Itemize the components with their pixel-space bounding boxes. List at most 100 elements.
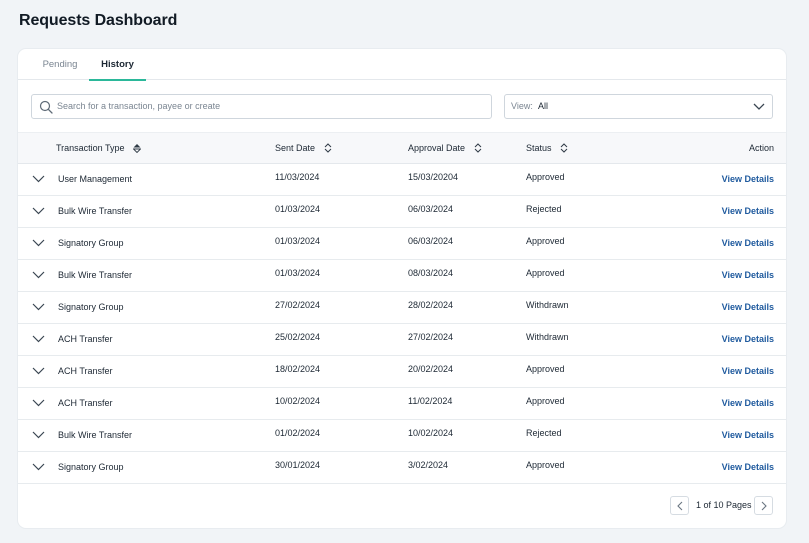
cell-approval-date: 28/02/2024 xyxy=(408,300,454,310)
column-header-transaction-type[interactable]: Transaction Type xyxy=(56,133,142,164)
cell-transaction-type: Signatory Group xyxy=(58,238,124,248)
column-header-label: Transaction Type xyxy=(56,143,125,153)
table-row: User Management 11/03/2024 15/03/20204 A… xyxy=(18,164,786,196)
column-header-label: Status xyxy=(526,143,552,153)
sort-icon[interactable] xyxy=(474,142,482,153)
cell-status: Approved xyxy=(526,396,565,406)
page-title: Requests Dashboard xyxy=(19,12,178,29)
view-details-link[interactable]: View Details xyxy=(722,420,774,450)
view-filter-select[interactable]: View: All xyxy=(504,94,773,119)
cell-status: Withdrawn xyxy=(526,332,569,342)
column-header-sent-date[interactable]: Sent Date xyxy=(275,133,332,164)
tab-history[interactable]: History xyxy=(89,49,146,81)
cell-transaction-type: Signatory Group xyxy=(58,302,124,312)
cell-sent-date: 01/03/2024 xyxy=(275,268,321,278)
cell-transaction-type: ACH Transfer xyxy=(58,398,113,408)
sort-icon[interactable] xyxy=(324,142,332,153)
column-header-label: Sent Date xyxy=(275,143,316,153)
cell-status: Rejected xyxy=(526,428,562,438)
cell-approval-date: 3/02/2024 xyxy=(408,460,449,470)
cell-approval-date: 06/03/2024 xyxy=(408,236,454,246)
cell-status: Approved xyxy=(526,364,565,374)
cell-status: Approved xyxy=(526,268,565,278)
cell-sent-date: 01/02/2024 xyxy=(275,428,321,438)
column-header-label: Approval Date xyxy=(408,143,466,153)
chevron-down-icon[interactable] xyxy=(32,335,45,343)
table-row: Bulk Wire Transfer 01/02/2024 10/02/2024… xyxy=(18,420,786,452)
view-details-link[interactable]: View Details xyxy=(722,196,774,226)
requests-card: Pending History Search for a transaction… xyxy=(18,49,786,528)
chevron-down-icon[interactable] xyxy=(32,207,45,215)
cell-transaction-type: Bulk Wire Transfer xyxy=(58,206,133,216)
table-header: Transaction Type Sent Date Approval Date… xyxy=(18,132,786,164)
table-row: Bulk Wire Transfer 01/03/2024 06/03/2024… xyxy=(18,196,786,228)
cell-approval-date: 08/03/2024 xyxy=(408,268,454,278)
chevron-right-icon xyxy=(761,501,767,511)
view-details-link[interactable]: View Details xyxy=(722,228,774,258)
cell-sent-date: 01/03/2024 xyxy=(275,204,321,214)
next-page-button[interactable] xyxy=(754,496,773,515)
cell-status: Approved xyxy=(526,172,565,182)
cell-transaction-type: Signatory Group xyxy=(58,462,124,472)
chevron-down-icon[interactable] xyxy=(32,239,45,247)
view-filter-value: All xyxy=(538,101,549,111)
cell-status: Withdrawn xyxy=(526,300,569,310)
cell-approval-date: 15/03/20204 xyxy=(408,172,459,182)
table-row: ACH Transfer 10/02/2024 11/02/2024 Appro… xyxy=(18,388,786,420)
cell-sent-date: 01/03/2024 xyxy=(275,236,321,246)
cell-sent-date: 25/02/2024 xyxy=(275,332,321,342)
table-row: Signatory Group 01/03/2024 06/03/2024 Ap… xyxy=(18,228,786,260)
tab-bar: Pending History xyxy=(18,49,786,81)
view-details-link[interactable]: View Details xyxy=(722,292,774,322)
cell-sent-date: 11/03/2024 xyxy=(275,172,320,182)
search-input[interactable]: Search for a transaction, payee or creat… xyxy=(31,94,492,119)
chevron-down-icon[interactable] xyxy=(32,463,45,471)
chevron-left-icon xyxy=(677,501,683,511)
chevron-down-icon[interactable] xyxy=(32,431,45,439)
table-body: User Management 11/03/2024 15/03/20204 A… xyxy=(18,164,786,484)
cell-approval-date: 11/02/2024 xyxy=(408,396,453,406)
chevron-down-icon[interactable] xyxy=(32,175,45,183)
tab-pending[interactable]: Pending xyxy=(35,49,85,80)
cell-status: Approved xyxy=(526,236,565,246)
view-details-link[interactable]: View Details xyxy=(722,164,774,194)
cell-transaction-type: ACH Transfer xyxy=(58,334,113,344)
cell-transaction-type: Bulk Wire Transfer xyxy=(58,270,133,280)
chevron-down-icon[interactable] xyxy=(32,271,45,279)
cell-approval-date: 06/03/2024 xyxy=(408,204,454,214)
table-row: ACH Transfer 25/02/2024 27/02/2024 Withd… xyxy=(18,324,786,356)
cell-approval-date: 10/02/2024 xyxy=(408,428,454,438)
view-filter-label: View: xyxy=(511,101,533,111)
previous-page-button[interactable] xyxy=(670,496,689,515)
view-details-link[interactable]: View Details xyxy=(722,324,774,354)
cell-approval-date: 20/02/2024 xyxy=(408,364,454,374)
column-header-approval-date[interactable]: Approval Date xyxy=(408,133,482,164)
chevron-down-icon[interactable] xyxy=(32,367,45,375)
search-icon xyxy=(39,100,53,114)
column-header-status[interactable]: Status xyxy=(526,133,568,164)
cell-transaction-type: User Management xyxy=(58,174,133,184)
table-row: Bulk Wire Transfer 01/03/2024 08/03/2024… xyxy=(18,260,786,292)
chevron-down-icon[interactable] xyxy=(32,399,45,407)
table-row: ACH Transfer 18/02/2024 20/02/2024 Appro… xyxy=(18,356,786,388)
chevron-down-icon xyxy=(753,103,765,110)
cell-sent-date: 18/02/2024 xyxy=(275,364,321,374)
sort-icon[interactable] xyxy=(560,142,568,153)
cell-sent-date: 27/02/2024 xyxy=(275,300,321,310)
cell-transaction-type: ACH Transfer xyxy=(58,366,113,376)
view-details-link[interactable]: View Details xyxy=(722,356,774,386)
view-details-link[interactable]: View Details xyxy=(722,388,774,418)
cell-sent-date: 30/01/2024 xyxy=(275,460,321,470)
chevron-down-icon[interactable] xyxy=(32,303,45,311)
cell-sent-date: 10/02/2024 xyxy=(275,396,321,406)
table-row: Signatory Group 27/02/2024 28/02/2024 Wi… xyxy=(18,292,786,324)
search-placeholder: Search for a transaction, payee or creat… xyxy=(57,101,221,111)
sort-icon[interactable] xyxy=(133,143,142,153)
pagination-status: 1 of 10 Pages xyxy=(696,500,752,510)
column-header-action: Action xyxy=(748,143,774,153)
cell-transaction-type: Bulk Wire Transfer xyxy=(58,430,133,440)
table-row: Signatory Group 30/01/2024 3/02/2024 App… xyxy=(18,452,786,484)
view-details-link[interactable]: View Details xyxy=(722,452,774,482)
view-details-link[interactable]: View Details xyxy=(722,260,774,290)
cell-status: Rejected xyxy=(526,204,562,214)
